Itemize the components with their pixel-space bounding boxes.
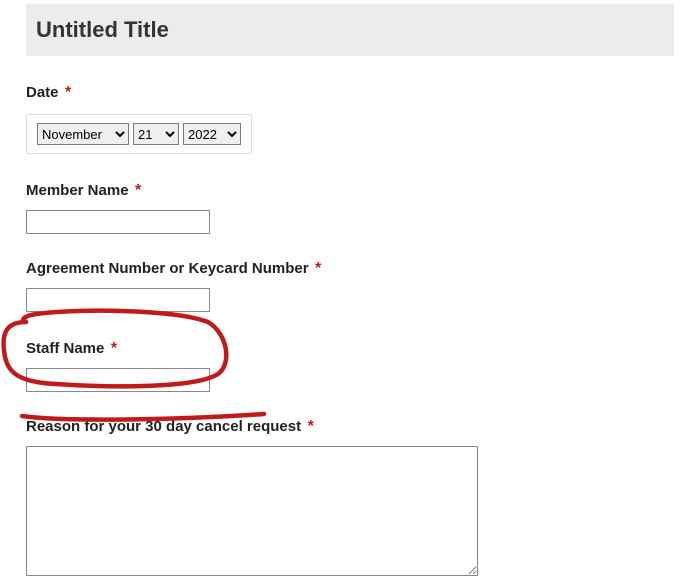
staff-name-required: * [111,340,117,357]
reason-label: Reason for your 30 day cancel request [26,418,301,435]
reason-required: * [308,418,314,435]
agreement-number-required: * [315,260,321,277]
agreement-number-label: Agreement Number or Keycard Number [26,260,309,277]
staff-name-field: Staff Name * [26,340,674,392]
date-day-select[interactable]: 21 [133,123,179,145]
reason-field: Reason for your 30 day cancel request * [26,418,674,581]
member-name-field: Member Name * [26,182,674,234]
member-name-required: * [135,182,141,199]
agreement-number-input[interactable] [26,288,210,312]
member-name-label: Member Name [26,182,129,199]
reason-textarea[interactable] [26,446,478,576]
page-title: Untitled Title [26,4,674,56]
date-selector-group: November 21 2022 [26,114,252,154]
date-year-select[interactable]: 2022 [183,123,241,145]
date-required: * [65,84,71,101]
staff-name-label: Staff Name [26,340,104,357]
agreement-number-field: Agreement Number or Keycard Number * [26,260,674,312]
date-label: Date [26,84,59,101]
date-field: Date * November 21 2022 [26,84,674,154]
date-month-select[interactable]: November [37,123,129,145]
form-page: Untitled Title Date * November 21 2022 M… [0,4,700,581]
staff-name-input[interactable] [26,368,210,392]
member-name-input[interactable] [26,210,210,234]
